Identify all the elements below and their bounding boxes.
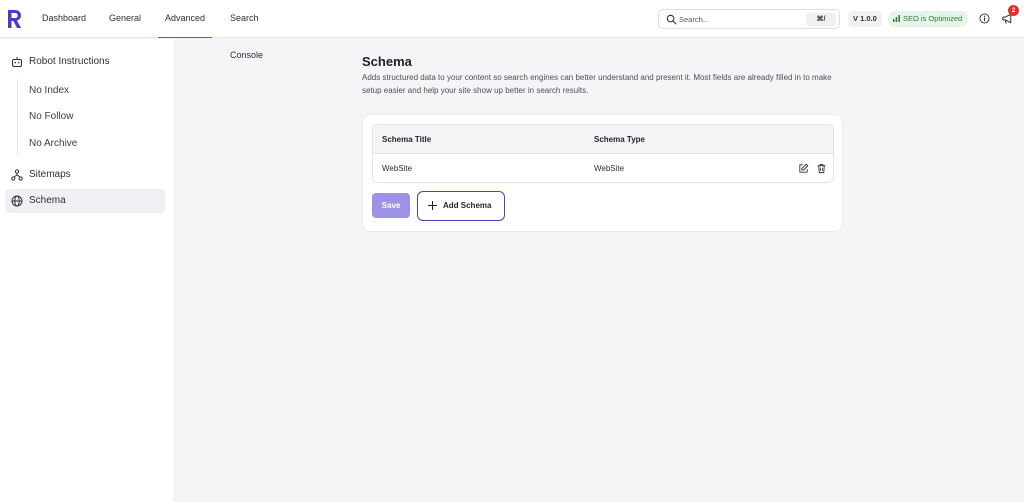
signal-bars-icon [893, 15, 900, 22]
info-icon[interactable] [979, 13, 990, 24]
globe-icon [11, 195, 23, 207]
sitemap-icon [11, 169, 23, 181]
column-header-schema-title: Schema Title [382, 135, 432, 144]
notification-count-badge: 2 [1008, 5, 1019, 16]
version-badge: V 1.0.0 [848, 11, 882, 27]
add-schema-button[interactable]: Add Schema [417, 191, 505, 221]
sidebar: Robot Instructions No Index No Follow No… [0, 39, 175, 502]
edit-icon[interactable] [798, 163, 809, 174]
seo-status-label: SEO is Optimized [903, 14, 963, 23]
schema-type-cell: WebSite [594, 164, 625, 173]
tab-dashboard[interactable]: Dashboard [42, 0, 86, 38]
top-navbar: Dashboard General Advanced Search Consol… [0, 0, 1024, 60]
sidebar-subitem-no-index[interactable]: No Index [29, 82, 69, 100]
tab-advanced[interactable]: Advanced [158, 0, 212, 38]
sidebar-item-robot-instructions[interactable]: Robot Instructions [5, 50, 165, 74]
robot-icon [12, 57, 22, 67]
submenu-divider [17, 79, 18, 155]
schema-title-cell: WebSite [382, 164, 413, 173]
column-header-schema-type: Schema Type [594, 135, 645, 144]
sidebar-item-sitemaps[interactable]: Sitemaps [5, 163, 165, 187]
sidebar-item-label: Robot Instructions [29, 56, 110, 67]
save-button[interactable]: Save [372, 193, 410, 218]
schema-table: Schema Title Schema Type WebSite WebSite [372, 124, 834, 183]
sidebar-item-label: Sitemaps [29, 169, 71, 180]
sidebar-item-label: Schema [29, 195, 66, 206]
page-title: Schema [362, 54, 412, 69]
search-shortcut: ⌘/ [806, 13, 836, 26]
seo-status-badge: SEO is Optimized [888, 11, 969, 27]
r-logo-icon[interactable] [6, 9, 22, 29]
search-box[interactable]: ⌘/ [658, 9, 840, 29]
sidebar-item-schema[interactable]: Schema [5, 189, 165, 213]
tab-general[interactable]: General [109, 0, 141, 38]
delete-icon[interactable] [816, 163, 827, 174]
table-header: Schema Title Schema Type [373, 125, 833, 154]
page-description: Adds structured data to your content so … [362, 73, 832, 95]
sidebar-subitem-no-follow[interactable]: No Follow [29, 108, 73, 126]
table-row: WebSite WebSite [373, 154, 833, 182]
schema-card: Schema Title Schema Type WebSite WebSite… [362, 114, 843, 232]
add-schema-label: Add Schema [443, 201, 492, 210]
search-icon [666, 14, 677, 25]
sidebar-subitem-no-archive[interactable]: No Archive [29, 135, 77, 153]
plus-icon [428, 201, 437, 210]
tab-search-console[interactable]: Search Console [230, 0, 263, 60]
search-input[interactable] [679, 12, 797, 26]
